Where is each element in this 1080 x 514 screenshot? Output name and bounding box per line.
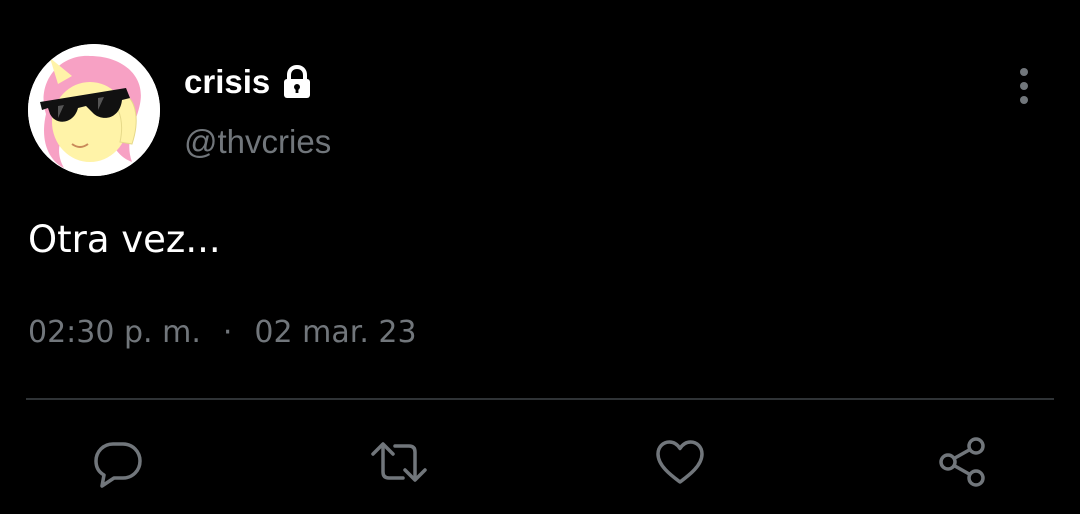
- tweet-text: Otra vez...: [28, 218, 221, 261]
- author-display-name[interactable]: crisis: [184, 60, 316, 104]
- retweet-button[interactable]: [369, 432, 429, 492]
- tweet-date: 02 mar. 23: [254, 315, 417, 350]
- avatar[interactable]: [28, 44, 160, 176]
- reply-button[interactable]: [88, 432, 148, 492]
- divider: [26, 398, 1054, 400]
- retweet-icon: [371, 442, 427, 482]
- share-button[interactable]: [932, 432, 992, 492]
- lock-icon: [284, 64, 311, 98]
- heart-icon: [656, 440, 704, 484]
- tweet-detail: crisis @thvcries Otra vez... 02:30 p. m.…: [0, 0, 1080, 514]
- more-vertical-icon[interactable]: [1008, 64, 1040, 108]
- display-name-text: crisis: [184, 63, 271, 100]
- avatar-image: [28, 44, 160, 176]
- like-button[interactable]: [650, 432, 710, 492]
- author-handle[interactable]: @thvcries: [184, 120, 331, 164]
- share-icon: [939, 437, 985, 487]
- meta-separator: ·: [222, 315, 233, 350]
- tweet-timestamp[interactable]: 02:30 p. m. · 02 mar. 23: [28, 310, 417, 356]
- tweet-time: 02:30 p. m.: [28, 315, 201, 350]
- reply-icon: [94, 442, 142, 488]
